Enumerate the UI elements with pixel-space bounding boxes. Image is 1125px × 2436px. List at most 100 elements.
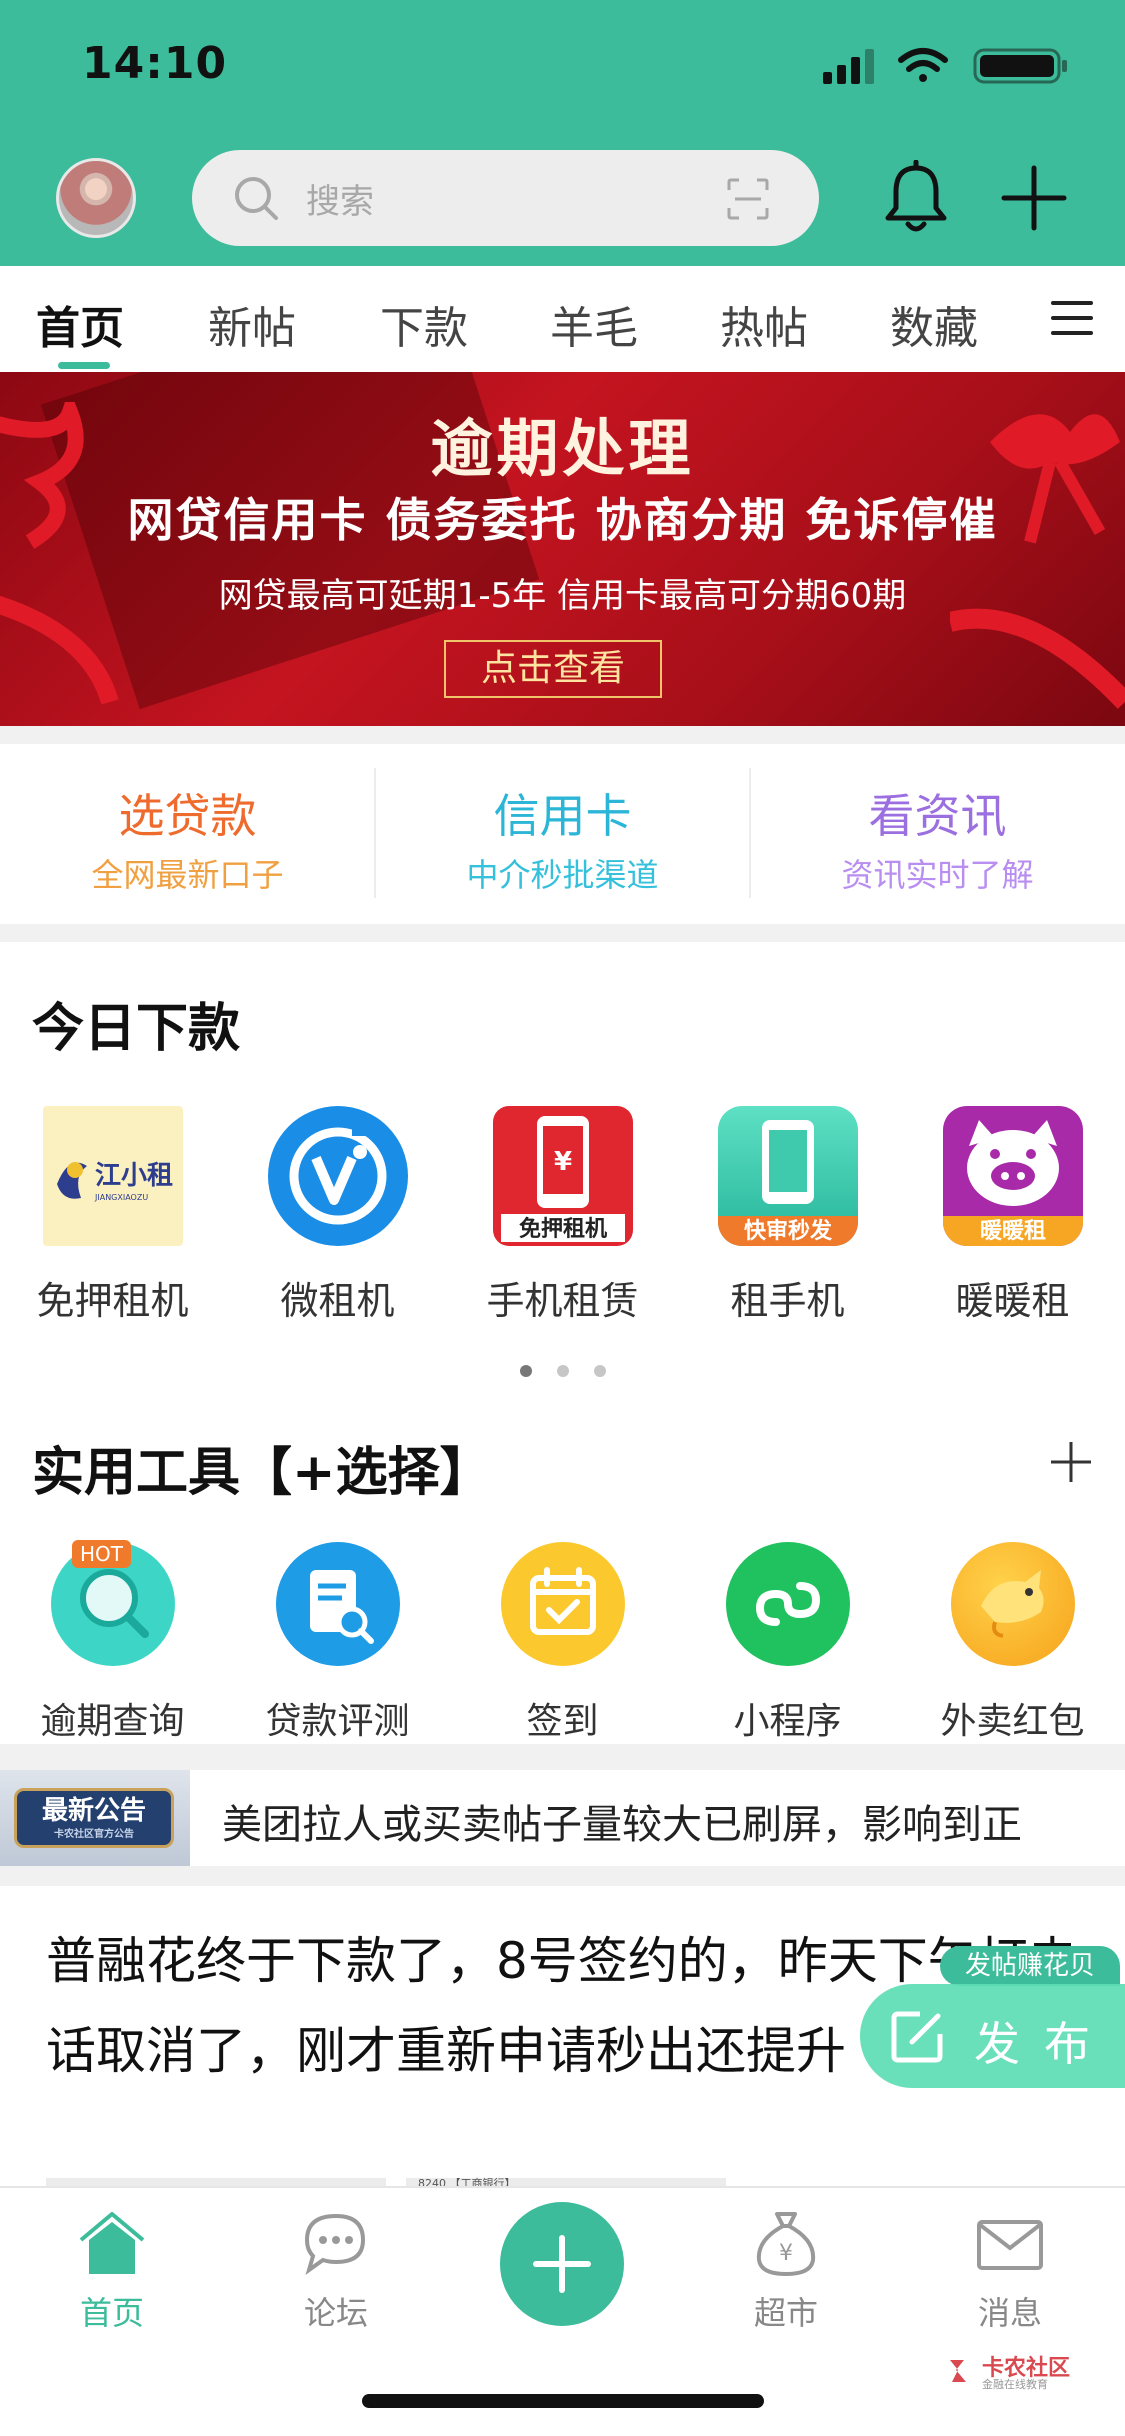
divider bbox=[0, 924, 1125, 942]
tool-item[interactable]: 外卖红包 bbox=[900, 1542, 1125, 1744]
quick-link-subtitle: 资讯实时了解 bbox=[841, 856, 1034, 894]
divider bbox=[0, 1744, 1125, 1770]
plus-icon[interactable] bbox=[1000, 164, 1068, 232]
nav-messages[interactable]: 消息 bbox=[920, 2210, 1100, 2334]
app-label: 免押租机 bbox=[36, 1279, 189, 1323]
nuannuanzu-logo: 暖暖租 bbox=[942, 1106, 1083, 1246]
tab-new-posts[interactable]: 新帖 bbox=[208, 292, 296, 356]
publish-reward-tag: 发帖赚花贝 bbox=[940, 1946, 1120, 1986]
announcement-badge-sub: 卡农社区官方公告 bbox=[54, 1829, 134, 1840]
kangaroo-icon bbox=[950, 1542, 1075, 1666]
tab-hot-posts[interactable]: 热帖 bbox=[720, 292, 808, 356]
rent-phone-logo: 快审秒发 bbox=[717, 1106, 858, 1246]
nav-label: 消息 bbox=[977, 2294, 1042, 2332]
status-time: 14:10 bbox=[82, 38, 228, 89]
logo-subtext: JIANGXIAOZU bbox=[94, 1193, 148, 1202]
tab-home[interactable]: 首页 bbox=[36, 292, 124, 356]
nav-forum[interactable]: 论坛 bbox=[246, 2210, 426, 2334]
nav-home[interactable]: 首页 bbox=[22, 2210, 202, 2334]
tool-item[interactable]: 贷款评测 bbox=[225, 1542, 450, 1744]
tool-label: 签到 bbox=[526, 1701, 599, 1742]
divider bbox=[0, 726, 1125, 744]
scan-icon[interactable] bbox=[727, 178, 769, 220]
wifi-icon bbox=[898, 48, 948, 82]
tab-loans[interactable]: 下款 bbox=[380, 292, 468, 356]
app-item[interactable]: 江小租 JIANGXIAOZU 免押租机 bbox=[0, 1106, 225, 1325]
quick-link-subtitle: 中介秒批渠道 bbox=[466, 856, 659, 894]
add-tool-icon[interactable] bbox=[1049, 1440, 1093, 1484]
money-bag-icon: ¥ bbox=[756, 2212, 816, 2277]
logo-text: 免押租机 bbox=[518, 1216, 606, 1242]
tool-item[interactable]: 小程序 bbox=[675, 1542, 900, 1744]
svg-text:¥: ¥ bbox=[553, 1147, 571, 1177]
app-item[interactable]: 暖暖租 暖暖租 bbox=[900, 1106, 1125, 1325]
logo-text: 暖暖租 bbox=[979, 1219, 1045, 1244]
app-label: 暖暖租 bbox=[955, 1279, 1070, 1323]
nav-market[interactable]: ¥ 超市 bbox=[696, 2210, 876, 2334]
app-label: 租手机 bbox=[730, 1279, 845, 1323]
publish-label: 发布 bbox=[974, 2017, 1114, 2071]
weizuji-logo bbox=[267, 1106, 408, 1246]
home-icon bbox=[79, 2212, 145, 2274]
quick-link-title: 看资讯 bbox=[868, 789, 1007, 843]
watermark-subtitle: 金融在线教育 bbox=[982, 2378, 1048, 2391]
nav-add-button[interactable] bbox=[500, 2202, 624, 2326]
jiangxiaozu-logo: 江小租 JIANGXIAOZU bbox=[42, 1106, 183, 1246]
search-placeholder: 搜索 bbox=[306, 182, 374, 222]
carousel-dots bbox=[520, 1365, 606, 1377]
logo-text: 快审秒发 bbox=[743, 1218, 832, 1244]
banner-subtitle: 网贷信用卡 债务委托 协商分期 免诉停催 bbox=[127, 493, 998, 547]
edit-icon bbox=[891, 2011, 943, 2063]
quick-link-subtitle: 全网最新口子 bbox=[91, 856, 284, 894]
announcement-badge: 最新公告 卡农社区官方公告 bbox=[14, 1788, 174, 1848]
quick-links: 选贷款 全网最新口子 信用卡 中介秒批渠道 看资讯 资讯实时了解 bbox=[0, 744, 1125, 924]
logo-text: 江小租 bbox=[95, 1161, 173, 1191]
menu-icon[interactable] bbox=[1051, 298, 1093, 338]
publish-button[interactable]: 发布 bbox=[860, 1984, 1125, 2088]
phone-rental-logo: ¥ 免押租机 bbox=[492, 1106, 633, 1246]
quick-link-news[interactable]: 看资讯 资讯实时了解 bbox=[750, 744, 1125, 924]
today-section-title: 今日下款 bbox=[32, 999, 241, 1059]
tool-label: 贷款评测 bbox=[265, 1701, 410, 1742]
tool-item[interactable]: 签到 bbox=[450, 1542, 675, 1744]
quick-link-title: 信用卡 bbox=[493, 789, 632, 843]
nav-label: 论坛 bbox=[303, 2294, 368, 2332]
announcement-tag: 最新公告 卡农社区官方公告 bbox=[0, 1770, 190, 1866]
search-icon bbox=[235, 177, 278, 220]
promo-banner[interactable]: 逾期处理 网贷信用卡 债务委托 协商分期 免诉停催 网贷最高可延期1-5年 信用… bbox=[0, 372, 1125, 726]
category-tabs: 首页 新帖 下款 羊毛 热帖 数藏 bbox=[0, 266, 1125, 372]
bell-icon[interactable] bbox=[882, 160, 950, 236]
kanong-logo-icon bbox=[950, 2360, 966, 2382]
quick-link-credit-card[interactable]: 信用卡 中介秒批渠道 bbox=[375, 744, 750, 924]
divider bbox=[0, 1866, 1125, 1886]
add-icon bbox=[533, 2235, 591, 2293]
tool-label: 逾期查询 bbox=[40, 1701, 185, 1742]
app-label: 微租机 bbox=[280, 1279, 395, 1323]
active-tab-indicator bbox=[58, 362, 110, 369]
tab-collectibles[interactable]: 数藏 bbox=[890, 292, 978, 356]
app-label: 手机租赁 bbox=[486, 1279, 639, 1323]
tool-label: 小程序 bbox=[733, 1701, 842, 1742]
chat-icon bbox=[304, 2213, 366, 2275]
announcement-bar[interactable]: 最新公告 卡农社区官方公告 美团拉人或买卖帖子量较大已刷屏，影响到正 bbox=[0, 1770, 1125, 1866]
app-item[interactable]: 微租机 bbox=[225, 1106, 450, 1325]
app-item[interactable]: 快审秒发 租手机 bbox=[675, 1106, 900, 1325]
avatar[interactable] bbox=[56, 158, 136, 238]
nav-label: 首页 bbox=[79, 2294, 144, 2332]
calendar-check-icon bbox=[500, 1542, 625, 1666]
signal-icon bbox=[823, 49, 874, 84]
tool-label: 外卖红包 bbox=[940, 1701, 1085, 1742]
search-bar[interactable]: 搜索 bbox=[192, 150, 819, 246]
mini-program-icon bbox=[725, 1542, 850, 1666]
announcement-text: 美团拉人或买卖帖子量较大已刷屏，影响到正 bbox=[222, 1802, 1022, 1848]
tab-deals[interactable]: 羊毛 bbox=[550, 292, 638, 356]
tool-item[interactable]: HOT 逾期查询 bbox=[0, 1540, 225, 1744]
app-header: 14:10 搜索 bbox=[0, 0, 1125, 266]
quick-link-loans[interactable]: 选贷款 全网最新口子 bbox=[0, 744, 375, 924]
home-indicator[interactable] bbox=[362, 2394, 764, 2408]
banner-view-button[interactable]: 点击查看 bbox=[444, 640, 662, 698]
document-search-icon bbox=[275, 1542, 400, 1666]
nav-label: 超市 bbox=[753, 2294, 818, 2332]
mail-icon bbox=[977, 2220, 1043, 2270]
app-item[interactable]: ¥ 免押租机 手机租赁 bbox=[450, 1106, 675, 1325]
